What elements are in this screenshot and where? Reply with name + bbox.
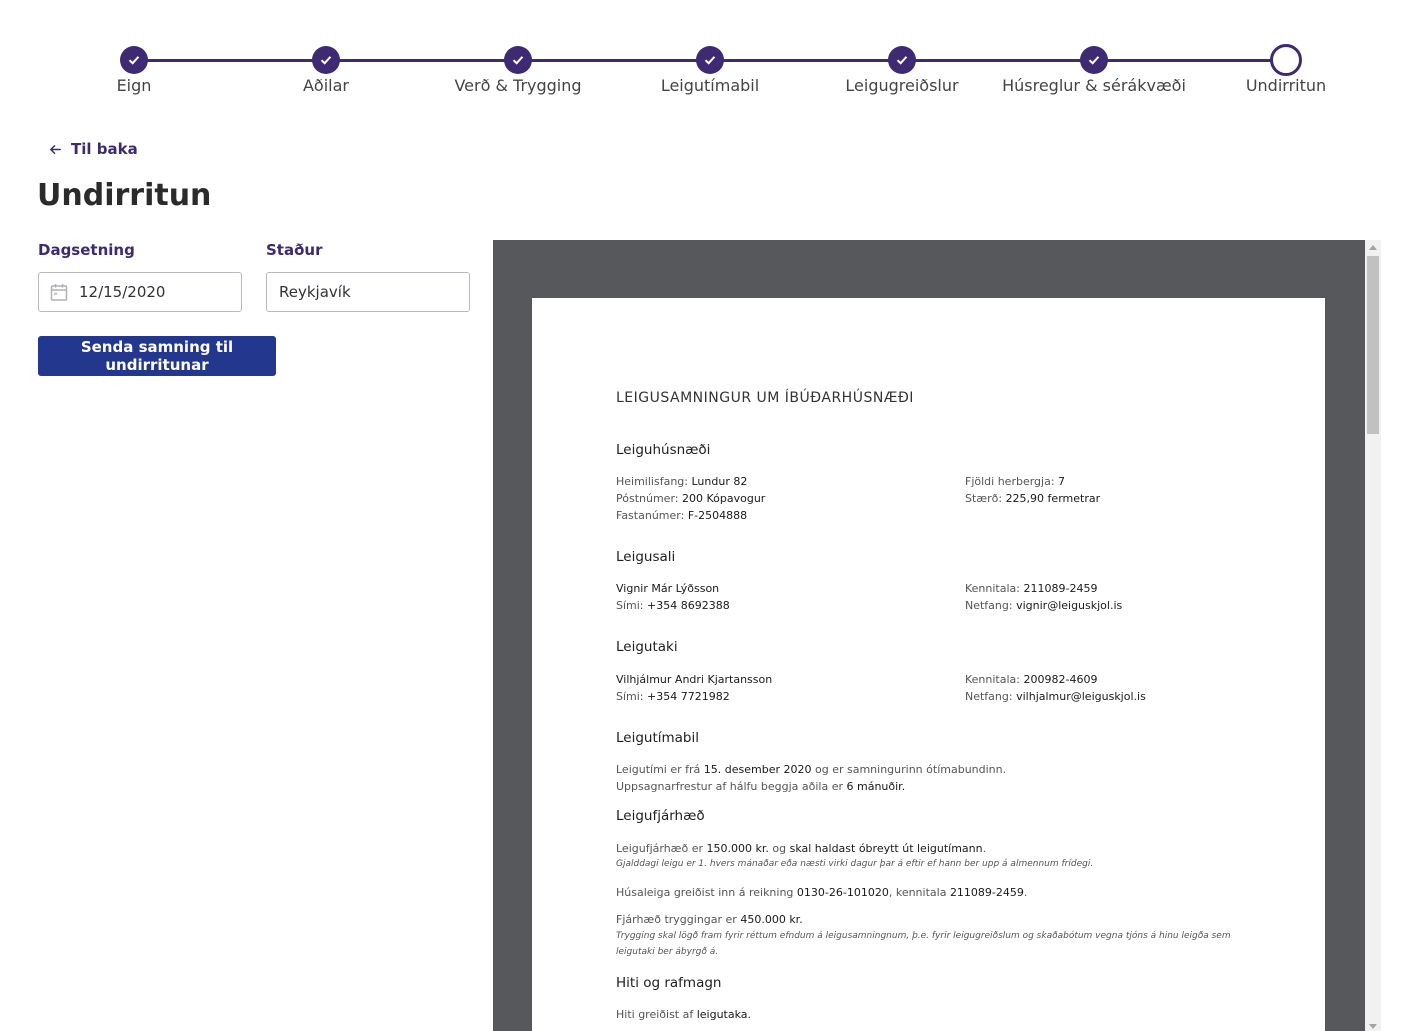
step-eign[interactable]: Eign bbox=[34, 46, 234, 95]
period-notice: Uppsagnarfrestur af hálfu beggja aðila e… bbox=[616, 780, 906, 793]
landlord-name: Vignir Már Lýðsson bbox=[616, 582, 720, 595]
amount-rent: Leigufjárhæð er 150.000 kr. og skal hald… bbox=[616, 842, 987, 855]
step-done-indicator bbox=[696, 46, 724, 74]
tenant-details: Vilhjálmur Andri Kjartansson Sími: +354 … bbox=[616, 671, 1146, 705]
document-title: LEIGUSAMNINGUR UM ÍBÚÐARHÚSNÆÐI bbox=[616, 390, 914, 406]
property-postal: Póstnúmer: 200 Kópavogur bbox=[616, 492, 766, 505]
scroll-up-arrow[interactable] bbox=[1369, 245, 1377, 250]
landlord-details: Vignir Már Lýðsson Sími: +354 8692388 Ke… bbox=[616, 580, 1122, 614]
landlord-kennitala: Kennitala: 211089-2459 bbox=[965, 582, 1098, 595]
tenant-phone: Sími: +354 7721982 bbox=[616, 690, 730, 703]
scroll-down-arrow[interactable] bbox=[1369, 1024, 1377, 1029]
section-heading-amount: Leigufjárhæð bbox=[616, 808, 705, 824]
calendar-icon[interactable] bbox=[49, 282, 69, 302]
arrow-left-icon bbox=[50, 144, 61, 154]
step-done-indicator bbox=[312, 46, 340, 74]
back-link[interactable]: Til baka bbox=[48, 140, 138, 158]
step-undirritun[interactable]: Undirritun bbox=[1186, 44, 1386, 95]
checkmark-icon bbox=[896, 56, 908, 65]
step-label: Húsreglur & sérákvæði bbox=[1002, 76, 1186, 95]
property-fastanumer: Fastanúmer: F-2504888 bbox=[616, 509, 748, 522]
property-rooms: Fjöldi herbergja: 7 bbox=[965, 475, 1066, 488]
step-adilar[interactable]: Aðilar bbox=[226, 46, 426, 95]
document-viewer[interactable]: LEIGUSAMNINGUR UM ÍBÚÐARHÚSNÆÐI Leiguhús… bbox=[493, 240, 1365, 1031]
step-label: Eign bbox=[116, 76, 152, 95]
period-start: Leigutími er frá 15. desember 2020 og er… bbox=[616, 763, 1007, 776]
page-title: Undirritun bbox=[37, 178, 212, 213]
document-page: LEIGUSAMNINGUR UM ÍBÚÐARHÚSNÆÐI Leiguhús… bbox=[532, 298, 1325, 1031]
send-for-signature-button[interactable]: Senda samning til undirritunar bbox=[38, 336, 276, 376]
deposit-note-line2: leigutaki ber ábyrgð á. bbox=[616, 947, 719, 957]
utilities-heating: Hiti greiðist af leigutaka. bbox=[616, 1008, 752, 1021]
place-label: Staður bbox=[266, 241, 323, 259]
step-done-indicator bbox=[120, 46, 148, 74]
step-label: Verð & Trygging bbox=[454, 76, 582, 95]
date-input[interactable] bbox=[79, 283, 241, 301]
step-done-indicator bbox=[504, 46, 532, 74]
checkmark-icon bbox=[320, 56, 332, 65]
back-link-label: Til baka bbox=[71, 140, 138, 158]
date-label: Dagsetning bbox=[38, 241, 135, 259]
step-label: Leigugreiðslur bbox=[845, 76, 959, 95]
step-done-indicator bbox=[1080, 46, 1108, 74]
step-current-indicator bbox=[1270, 44, 1302, 76]
scroll-thumb[interactable] bbox=[1367, 256, 1379, 434]
date-field[interactable] bbox=[38, 272, 242, 312]
amount-due-note: Gjalddagi leigu er 1. hvers mánaðar eða … bbox=[616, 859, 1094, 869]
step-done-indicator bbox=[888, 46, 916, 74]
amount-deposit: Fjárhæð tryggingar er 450.000 kr. bbox=[616, 913, 803, 926]
progress-stepper: Eign Aðilar Verð & Trygging Leigutímabil… bbox=[0, 0, 1413, 110]
checkmark-icon bbox=[512, 56, 524, 65]
step-leigugreidslur[interactable]: Leigugreiðslur bbox=[802, 46, 1002, 95]
tenant-kennitala: Kennitala: 200982-4609 bbox=[965, 673, 1098, 686]
landlord-email: Netfang: vignir@leiguskjol.is bbox=[965, 599, 1123, 612]
section-heading-tenant: Leigutaki bbox=[616, 639, 678, 655]
section-heading-property: Leiguhúsnæði bbox=[616, 442, 711, 458]
place-input[interactable] bbox=[279, 283, 469, 301]
section-heading-landlord: Leigusali bbox=[616, 549, 676, 565]
document-scrollbar[interactable] bbox=[1365, 240, 1381, 1031]
step-leigutimabil[interactable]: Leigutímabil bbox=[610, 46, 810, 95]
landlord-phone: Sími: +354 8692388 bbox=[616, 599, 730, 612]
step-label: Aðilar bbox=[302, 76, 349, 95]
checkmark-icon bbox=[128, 56, 140, 65]
amount-account: Húsaleiga greiðist inn á reikning 0130-2… bbox=[616, 886, 1028, 899]
place-field[interactable] bbox=[266, 272, 470, 312]
checkmark-icon bbox=[704, 56, 716, 65]
property-address: Heimilisfang: Lundur 82 bbox=[616, 475, 748, 488]
step-husreglur[interactable]: Húsreglur & sérákvæði bbox=[994, 46, 1194, 95]
property-size: Stærð: 225,90 fermetrar bbox=[965, 492, 1101, 505]
step-label: Undirritun bbox=[1245, 76, 1327, 95]
tenant-name: Vilhjálmur Andri Kjartansson bbox=[616, 673, 773, 686]
property-details: Heimilisfang: Lundur 82 Póstnúmer: 200 K… bbox=[616, 473, 1100, 524]
tenant-email: Netfang: vilhjalmur@leiguskjol.is bbox=[965, 690, 1146, 703]
deposit-note-line1: Trygging skal lögð fram fyrir réttum efn… bbox=[616, 931, 1231, 941]
section-heading-period: Leigutímabil bbox=[616, 730, 700, 746]
section-heading-utilities: Hiti og rafmagn bbox=[616, 975, 722, 991]
step-verd-trygging[interactable]: Verð & Trygging bbox=[418, 46, 618, 95]
checkmark-icon bbox=[1088, 56, 1100, 65]
step-label: Leigutímabil bbox=[660, 76, 760, 95]
